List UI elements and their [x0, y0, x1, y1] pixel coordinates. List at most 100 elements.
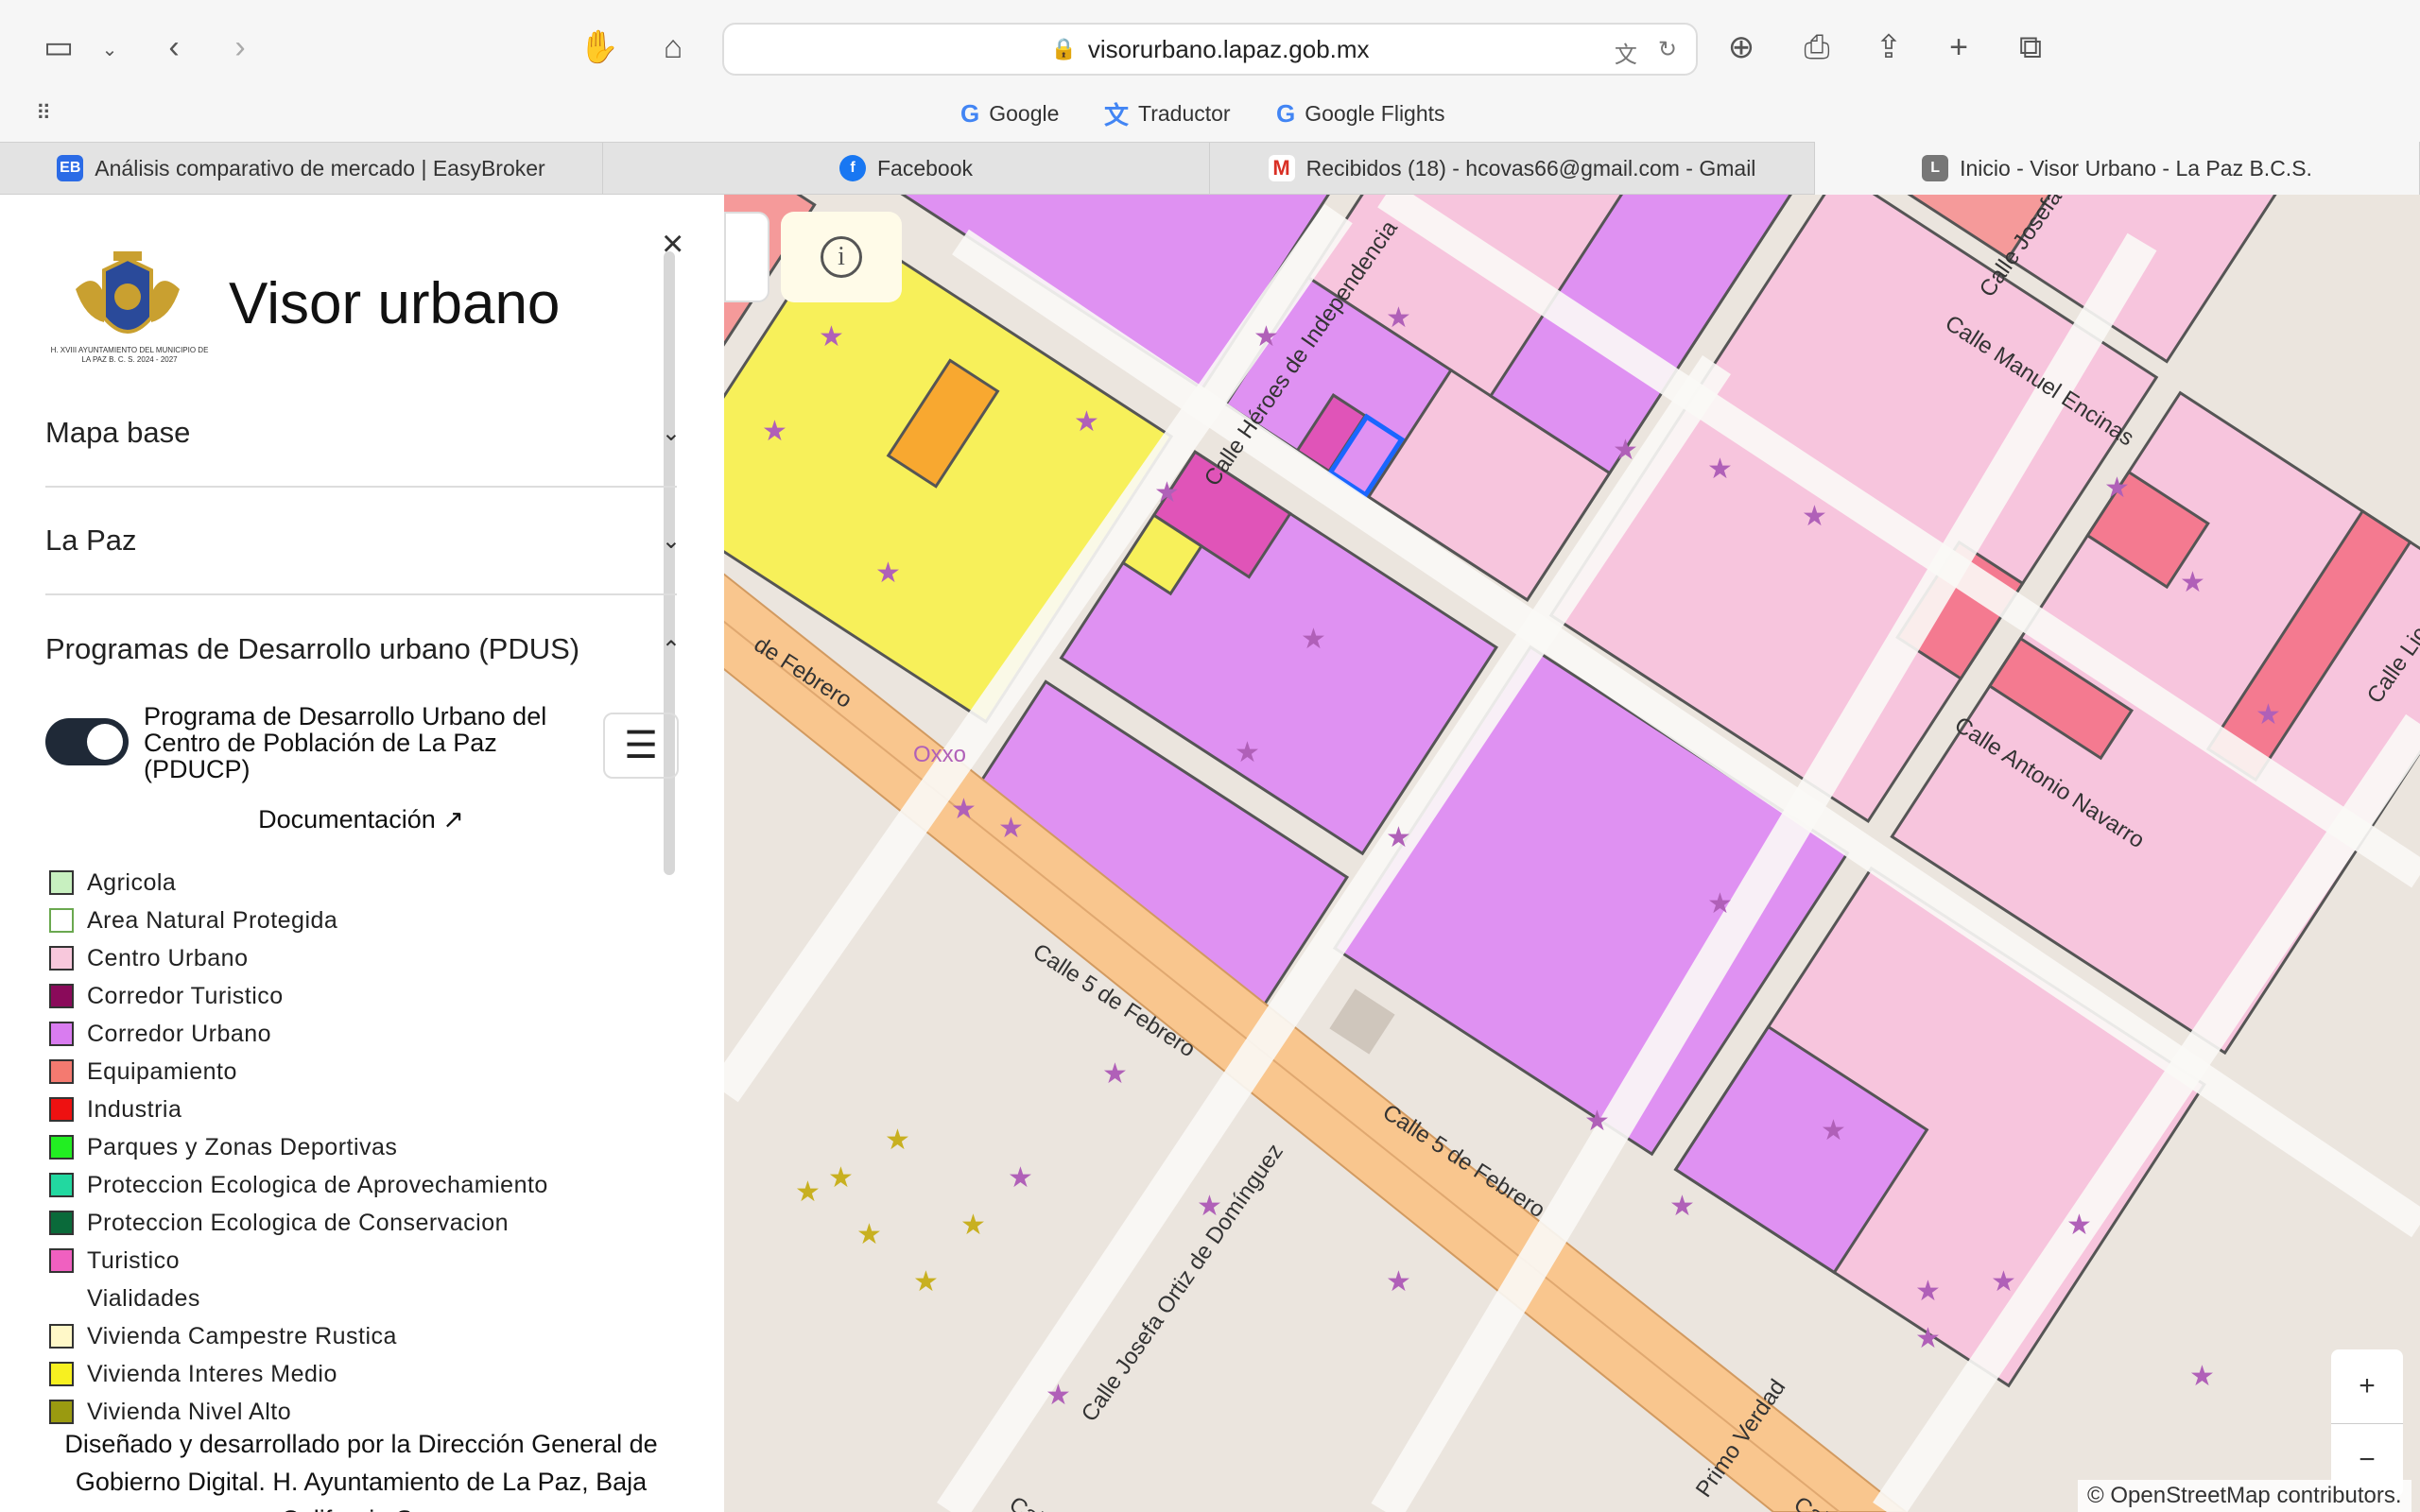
legend-swatch — [49, 1097, 74, 1122]
app-title: Visor urbano — [229, 271, 561, 336]
svg-text:★: ★ — [1235, 736, 1260, 769]
svg-text:★: ★ — [856, 1218, 882, 1251]
svg-text:★: ★ — [1802, 500, 1827, 533]
apps-grid-icon[interactable]: ⠿ — [17, 87, 70, 140]
translate-icon: 文 — [1104, 100, 1130, 129]
poi-label[interactable]: Oxxo — [913, 742, 966, 767]
svg-text:★: ★ — [762, 415, 787, 448]
svg-text:★: ★ — [885, 1124, 910, 1157]
documentation-link[interactable]: Documentación ↗ — [45, 805, 677, 834]
address-bar[interactable]: 🔒 visorurbano.lapaz.gob.mx 文 ↻ — [722, 23, 1698, 76]
svg-text:★: ★ — [913, 1265, 939, 1298]
legend-item: Vivienda Campestre Rustica — [49, 1317, 548, 1355]
reload-icon[interactable]: ↻ — [1658, 36, 1677, 69]
share-icon[interactable]: ⇪ — [1862, 21, 1915, 74]
svg-text:★: ★ — [960, 1209, 986, 1242]
tab-facebook[interactable]: f Facebook — [603, 142, 1210, 195]
svg-text:★: ★ — [795, 1176, 821, 1209]
section-mapa-base[interactable]: Mapa base ⌄ — [45, 380, 681, 488]
svg-text:★: ★ — [1707, 887, 1733, 920]
bookmark-google-flights[interactable]: G Google Flights — [1276, 99, 1445, 128]
svg-text:★: ★ — [1584, 1105, 1610, 1138]
google-icon: G — [960, 98, 980, 128]
legend-list: Agricola Area Natural Protegida Centro Urb… — [49, 864, 548, 1431]
legend-label: Centro Urbano — [87, 944, 249, 971]
legend-swatch — [49, 1248, 74, 1273]
legend-label: Vialidades — [87, 1284, 200, 1312]
svg-text:★: ★ — [2189, 1360, 2215, 1393]
map-view[interactable]: ★ ★ ★ ★ ★ ★ ★ ★ ★ ★ ★ ★ ★ ★ ★ ★ ★ ★ ★ ★ ★ ★ ★ ★ ★ ★ ★ ★ ★ ★… — [724, 195, 2420, 1512]
svg-text:★: ★ — [1301, 623, 1326, 656]
legend-list-icon[interactable]: ☰ — [603, 713, 679, 779]
translate-icon[interactable]: 文 — [1615, 36, 1637, 69]
print-icon[interactable]: ⎙ — [1790, 21, 1843, 74]
chevron-down-icon[interactable]: ⌄ — [83, 23, 136, 76]
svg-text:★: ★ — [1707, 453, 1733, 486]
legend-swatch — [49, 1211, 74, 1235]
svg-text:★: ★ — [2256, 698, 2281, 731]
tab-easybroker[interactable]: EB Análisis comparativo de mercado | Eas… — [0, 142, 603, 195]
lock-icon: 🔒 — [1050, 37, 1077, 60]
section-la-paz[interactable]: La Paz ⌄ — [45, 488, 681, 595]
svg-text:★: ★ — [1008, 1161, 1033, 1194]
map-panel-toggle[interactable] — [724, 212, 769, 302]
legend-label: Turistico — [87, 1246, 181, 1274]
svg-text:★: ★ — [2066, 1209, 2092, 1242]
svg-text:★: ★ — [1074, 405, 1099, 438]
legend-swatch — [49, 1059, 74, 1084]
zoom-in-button[interactable]: + — [2331, 1349, 2403, 1424]
svg-text:★: ★ — [1991, 1265, 2016, 1298]
legend-swatch — [49, 870, 74, 895]
legend-label: Vivienda Campestre Rustica — [87, 1322, 397, 1349]
url-text: visorurbano.lapaz.gob.mx — [1087, 34, 1370, 63]
legend-label: Equipamiento — [87, 1057, 237, 1085]
back-icon[interactable]: ‹ — [147, 21, 200, 74]
legend-item: Centro Urbano — [49, 939, 548, 977]
svg-text:★: ★ — [1915, 1322, 1941, 1355]
forward-icon[interactable]: › — [214, 21, 267, 74]
svg-text:★: ★ — [1253, 320, 1279, 353]
tab-gmail[interactable]: M Recibidos (18) - hcovas66@gmail.com - … — [1210, 142, 1815, 195]
chevron-down-icon: ⌄ — [661, 420, 681, 446]
legend-item: Vialidades — [49, 1280, 548, 1317]
seal-caption: H. XVIII AYUNTAMIENTO DEL MUNICIPIO DE L… — [50, 346, 209, 364]
download-icon[interactable]: ⊕ — [1715, 21, 1768, 74]
bookmark-google[interactable]: G Google — [960, 99, 1059, 128]
svg-text:★: ★ — [951, 793, 977, 826]
svg-text:★: ★ — [1102, 1057, 1128, 1091]
legend-label: Proteccion Ecologica de Conservacion — [87, 1209, 510, 1236]
legend-swatch — [49, 1173, 74, 1197]
legend-swatch — [49, 1135, 74, 1160]
svg-text:★: ★ — [1386, 821, 1411, 854]
svg-text:★: ★ — [1613, 434, 1638, 467]
map-canvas[interactable]: ★★★ ★★★ ★★★ ★★★ ★★★ ★★★ ★★★ ★ ★★ ★★ ★★★ ★… — [724, 195, 2420, 1512]
gmail-icon: M — [1268, 155, 1295, 181]
legend-item: Industria — [49, 1091, 548, 1128]
legend-item: Corredor Urbano — [49, 1015, 548, 1053]
svg-text:★: ★ — [875, 557, 901, 590]
chevron-down-icon: ⌄ — [661, 527, 681, 554]
pducp-toggle[interactable] — [45, 718, 129, 765]
tab-overview-icon[interactable]: ⧉ — [2004, 21, 2057, 74]
section-pdus[interactable]: Programas de Desarrollo urbano (PDUS) ⌃ — [45, 595, 681, 703]
bookmark-translate[interactable]: 文 Traductor — [1104, 99, 1231, 129]
easybroker-icon: EB — [57, 155, 84, 181]
privacy-hand-icon[interactable]: ✋ — [573, 21, 626, 74]
info-button[interactable]: i — [781, 212, 902, 302]
svg-text:★: ★ — [828, 1161, 854, 1194]
svg-text:★: ★ — [1821, 1114, 1846, 1147]
home-icon[interactable]: ⌂ — [647, 21, 700, 74]
pducp-label: Programa de Desarrollo Urbano del Centro… — [144, 702, 547, 783]
legend-item: Equipamiento — [49, 1053, 548, 1091]
legend-swatch — [49, 984, 74, 1008]
map-attribution[interactable]: © OpenStreetMap contributors. — [2078, 1480, 2411, 1512]
layer-sidebar: × H. XVIII AYUNTAMIENTO DEL MUNICIPIO DE… — [0, 195, 724, 1512]
svg-text:★: ★ — [819, 320, 844, 353]
legend-label: Proteccion Ecologica de Aprovechamiento — [87, 1171, 548, 1198]
new-tab-icon[interactable]: + — [1932, 21, 1985, 74]
tab-visor-urbano[interactable]: L Inicio - Visor Urbano - La Paz B.C.S. — [1815, 142, 2420, 195]
legend-item: Parques y Zonas Deportivas — [49, 1128, 548, 1166]
sidebar-toggle-icon[interactable]: ▭ — [32, 21, 85, 74]
external-link-icon: ↗ — [442, 805, 464, 833]
legend-label: Vivienda Interes Medio — [87, 1360, 337, 1387]
